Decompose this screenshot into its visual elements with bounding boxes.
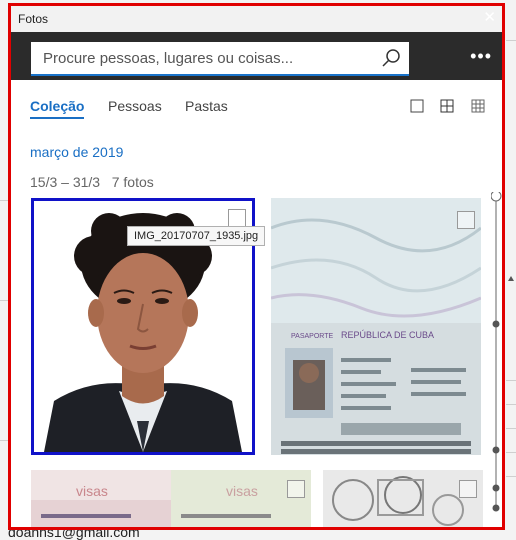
select-checkbox[interactable] <box>287 480 305 498</box>
divider <box>506 404 516 405</box>
visa-label: visas <box>226 483 258 499</box>
divider <box>506 428 516 429</box>
divider <box>0 300 8 301</box>
date-range-text: 15/3 – 31/3 <box>30 174 101 190</box>
select-checkbox[interactable] <box>457 211 475 229</box>
more-options-icon[interactable]: ••• <box>470 46 492 67</box>
select-checkbox[interactable] <box>459 480 477 498</box>
passport-photo: REPÚBLICA DE CUBA PASAPORTE <box>271 198 481 455</box>
timeline-scrubber[interactable] <box>491 192 505 522</box>
date-range: 15/3 – 31/3 7 fotos <box>30 174 154 190</box>
divider <box>0 440 8 441</box>
search-box[interactable] <box>31 42 409 76</box>
window-title: Fotos <box>18 12 49 26</box>
photo-thumbnail[interactable]: REPÚBLICA DE CUBA PASAPORTE <box>271 198 481 455</box>
divider <box>506 40 516 41</box>
divider <box>506 380 516 381</box>
search-icon[interactable] <box>381 48 401 68</box>
divider <box>506 452 516 453</box>
photo-count: 7 fotos <box>111 174 154 190</box>
photo-thumbnail[interactable] <box>323 470 483 527</box>
stamps-photo <box>323 470 483 527</box>
small-tiles-icon[interactable] <box>471 99 485 113</box>
search-input[interactable] <box>41 42 375 74</box>
select-checkbox[interactable] <box>228 209 246 227</box>
divider <box>0 200 8 201</box>
close-icon[interactable]: ✕ <box>483 8 496 26</box>
tab-pessoas[interactable]: Pessoas <box>108 98 162 114</box>
scroll-arrow-icon[interactable] <box>507 272 515 286</box>
visa-photo: visas visas <box>31 470 311 527</box>
tab-pastas[interactable]: Pastas <box>185 98 228 114</box>
large-tiles-icon[interactable] <box>410 99 424 113</box>
top-bar: ••• <box>11 32 502 80</box>
passport-label: PASAPORTE <box>291 333 333 340</box>
photo-thumbnail[interactable]: visas visas <box>31 470 311 527</box>
divider <box>506 476 516 477</box>
month-heading[interactable]: março de 2019 <box>30 144 123 160</box>
medium-tiles-icon[interactable] <box>440 99 454 113</box>
filename-tooltip: IMG_20170707_1935.jpg <box>127 226 266 246</box>
photos-window: Fotos ✕ ••• Coleção Pessoas Pastas março <box>8 3 505 530</box>
title-bar: Fotos ✕ <box>11 6 502 32</box>
tab-colecao[interactable]: Coleção <box>30 98 85 119</box>
passport-header: REPÚBLICA DE CUBA <box>341 330 434 340</box>
visa-label: visas <box>76 483 108 499</box>
